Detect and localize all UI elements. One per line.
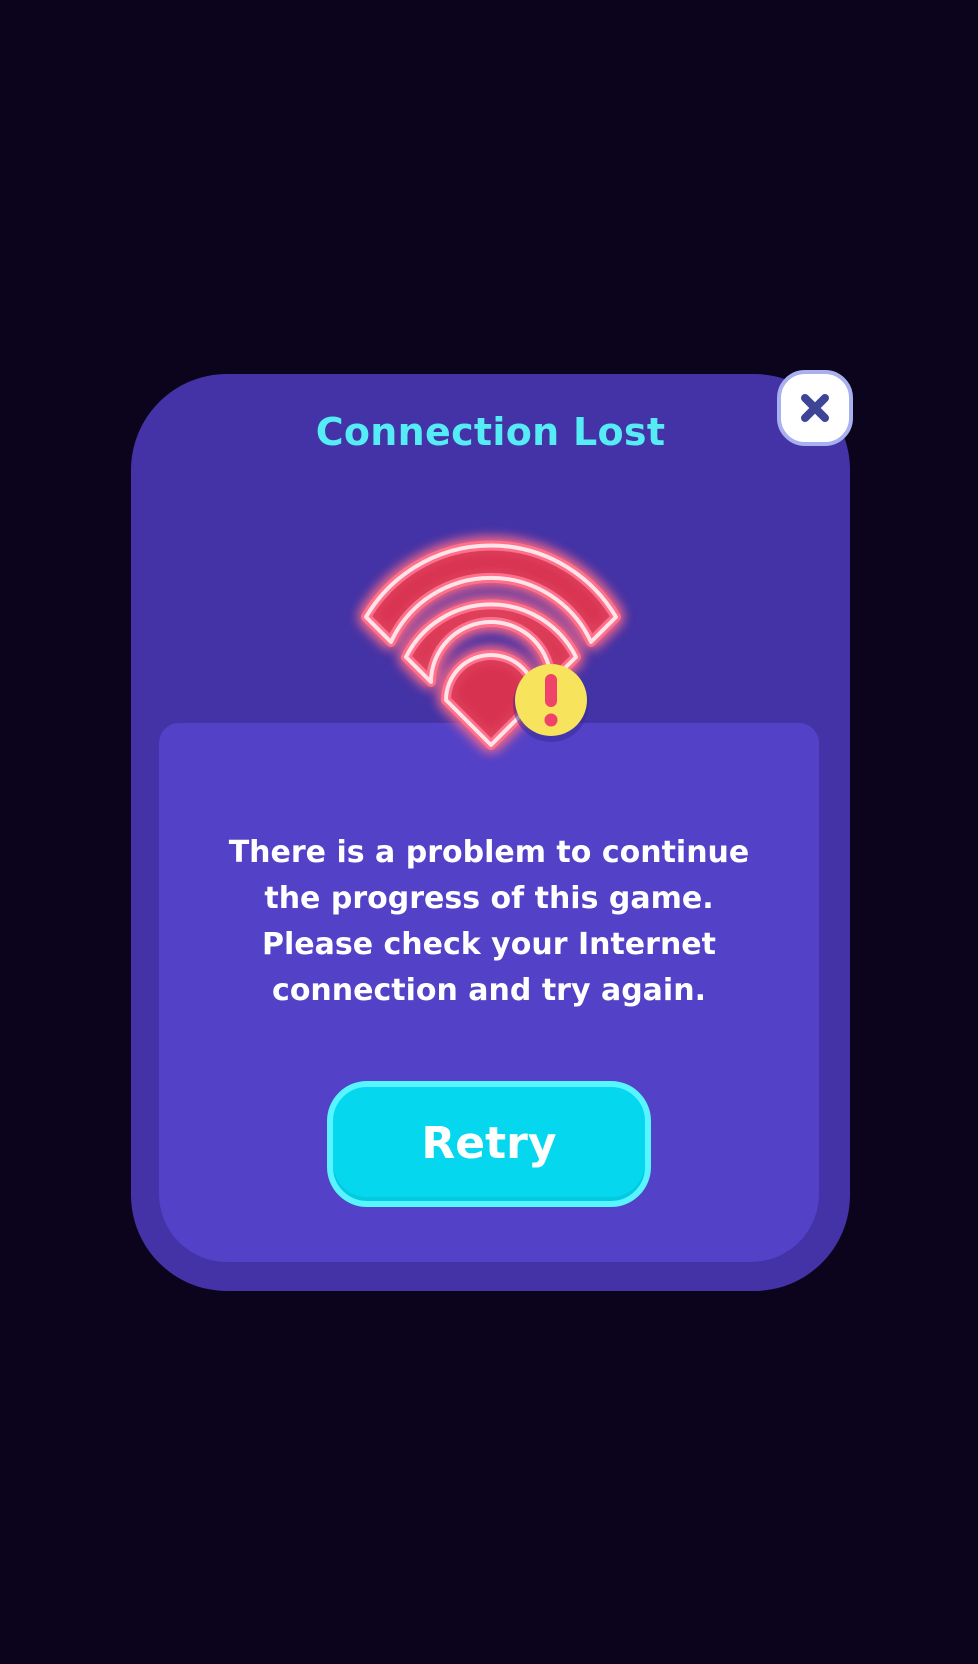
retry-button[interactable]: Retry — [327, 1081, 651, 1207]
dialog-title: Connection Lost — [315, 410, 666, 454]
close-button[interactable] — [777, 370, 853, 446]
wifi-warning-icon — [341, 540, 641, 800]
dialog-message: There is a problem to continue the progr… — [159, 830, 819, 1014]
message-line: Please check your Internet — [262, 927, 716, 962]
message-line: the progress of this game. — [264, 881, 714, 916]
wifi-arc-outer — [361, 540, 621, 647]
connection-lost-dialog: Connection Lost There is a problem to co… — [131, 374, 850, 1291]
message-line: connection and try again. — [272, 973, 706, 1008]
close-icon — [801, 394, 829, 422]
message-panel: There is a problem to continue the progr… — [159, 723, 819, 1262]
message-line: There is a problem to continue — [228, 835, 750, 870]
